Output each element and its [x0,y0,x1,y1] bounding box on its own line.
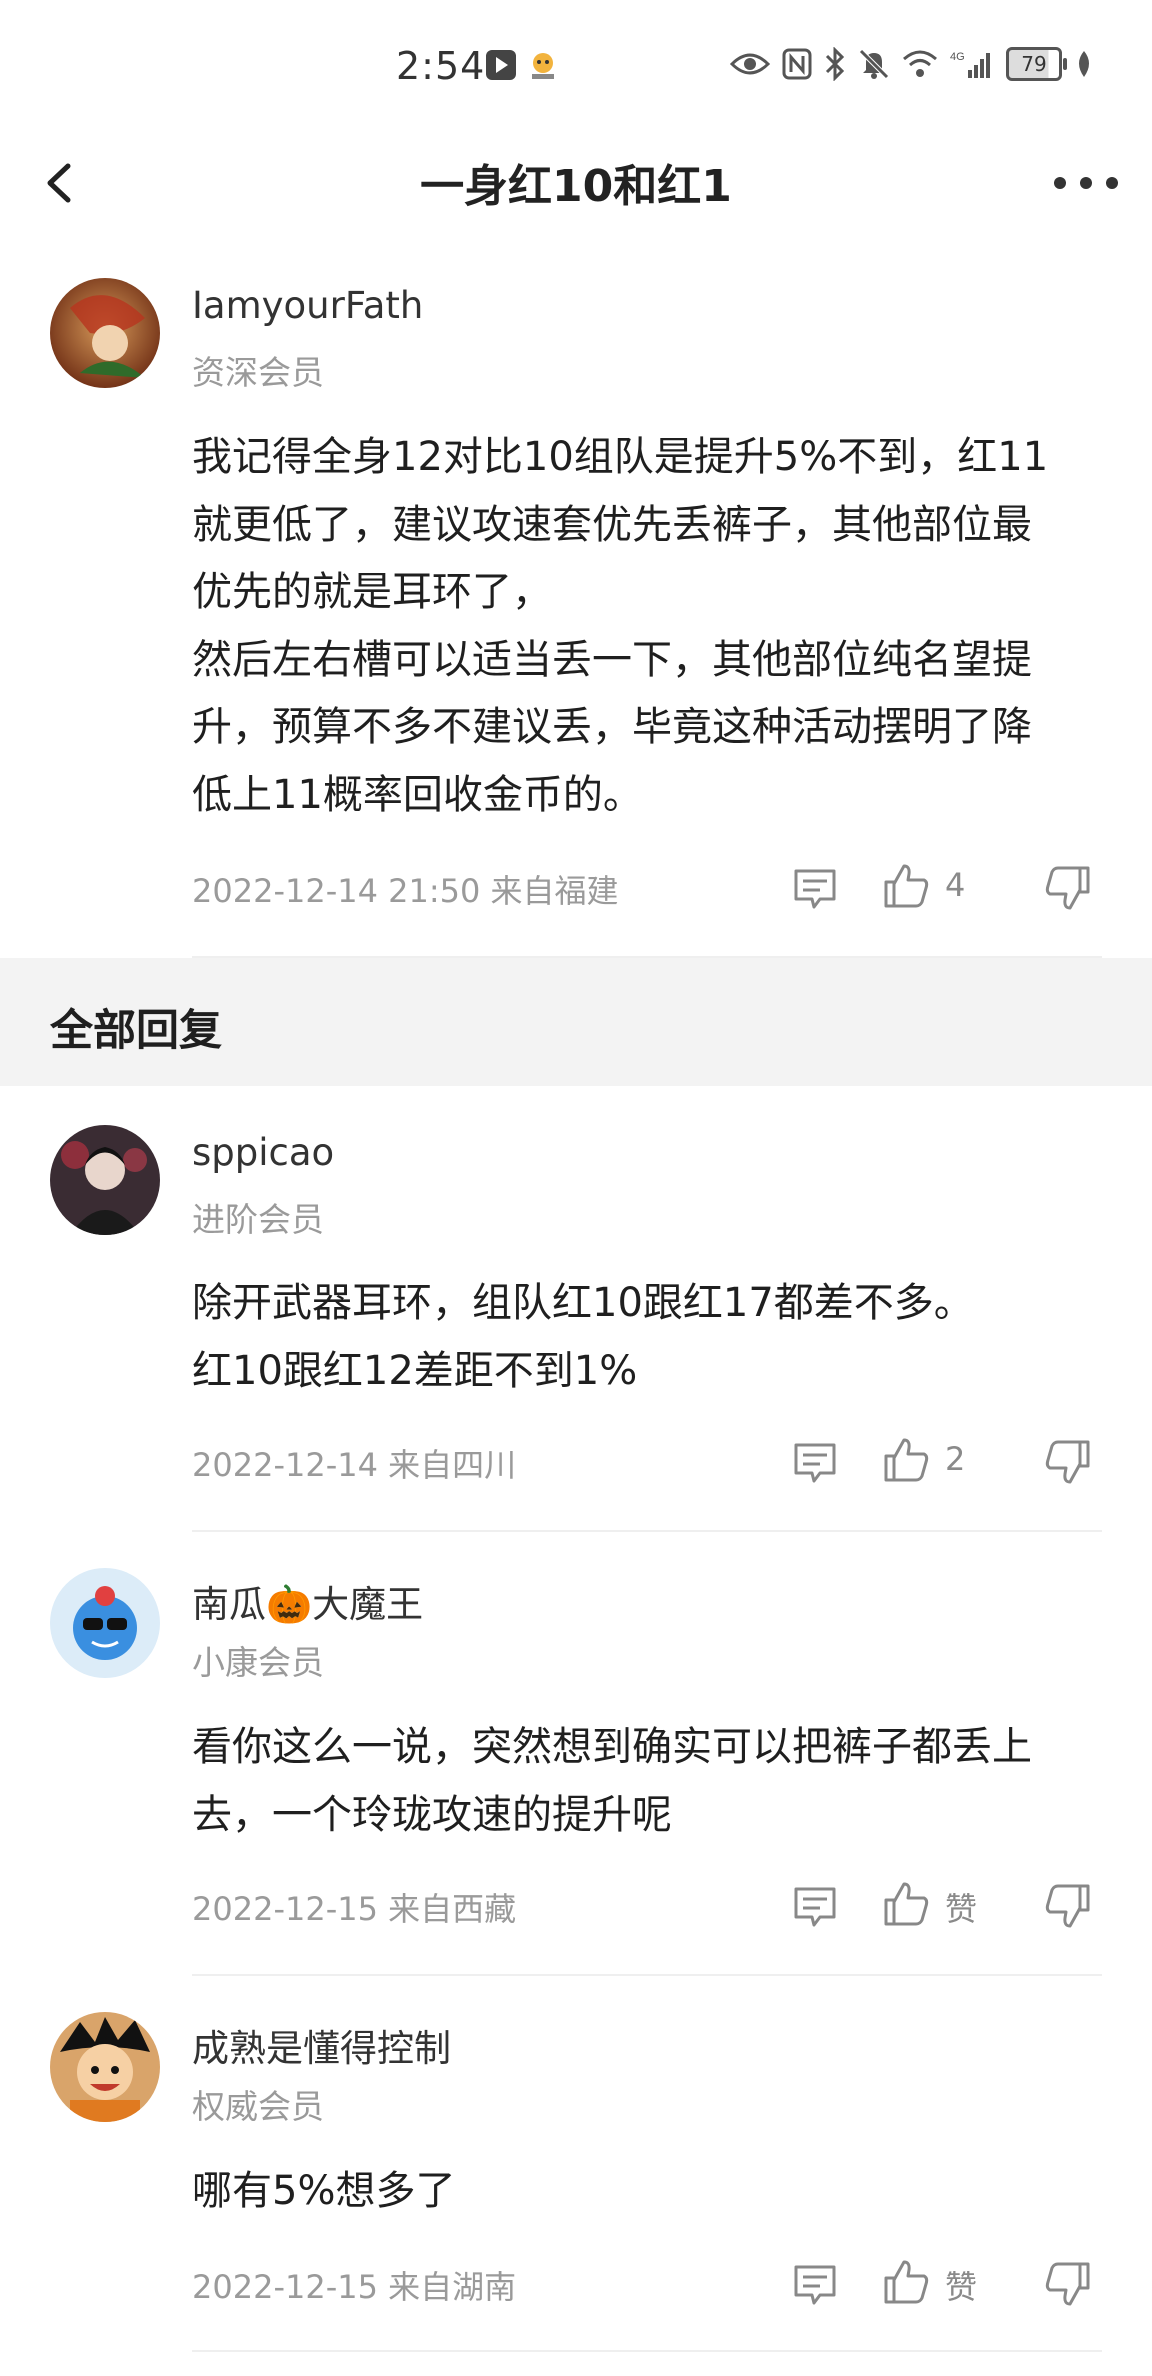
divider [192,1530,1102,1532]
reply-icon[interactable] [790,1881,840,1931]
thumbs-up-icon[interactable] [880,1878,932,1930]
replies-section-header: 全部回复 [0,958,1152,1086]
network-type-label: 4G [950,51,965,63]
thumbs-down-icon[interactable] [1042,1436,1094,1488]
reply-timestamp: 2022-12-15 来自湖南 [192,2268,517,2306]
status-time: 2:54 [396,44,486,88]
reply-content: 看你这么一说，突然想到确实可以把裤子都丢上 去，一个玲珑攻速的提升呢 [192,1724,1032,1838]
reply-icon[interactable] [790,1437,840,1487]
post-author[interactable]: IamyourFath [192,284,423,327]
reply-actions: 赞 [780,2254,1100,2314]
reply-content: 哪有5%想多了 [192,2168,456,2214]
top-navigation-bar: 一身红10和红1 [0,130,1152,240]
nfc-icon [782,48,812,80]
avatar[interactable] [50,1125,160,1235]
like-count: 4 [945,866,966,904]
thumbs-down-icon[interactable] [1042,862,1094,914]
page-title: 一身红10和红1 [420,161,732,212]
reply-timestamp: 2022-12-14 来自四川 [192,1446,517,1484]
post-content: 我记得全身12对比10组队是提升5%不到，红11 就更低了，建议攻速套优先丢裤子… [192,434,1049,818]
avatar[interactable] [50,2012,160,2122]
more-dots-icon[interactable] [1050,158,1122,208]
like-count: 2 [945,1440,966,1478]
reply-actions: 2 [780,1432,1100,1492]
thumbs-down-icon[interactable] [1042,2258,1094,2310]
post-actions: 4 [780,858,1100,918]
reply-author[interactable]: 南瓜🎃大魔王 [192,1574,423,1628]
reply-content: 除开武器耳环，组队红10跟红17都差不多。 红10跟红12差距不到1% [192,1280,974,1394]
leaf-icon [1079,51,1089,77]
signal-icon: 4G [950,51,990,78]
mute-icon [859,49,889,79]
mascot-app-notification-icon [532,53,554,79]
divider [192,2350,1102,2352]
wifi-icon [903,50,937,77]
bluetooth-icon [825,47,845,81]
eye-icon [730,53,770,75]
reply-icon[interactable] [790,863,840,913]
avatar[interactable] [50,278,160,388]
author-level: 进阶会员 [192,1200,324,1239]
status-icons: 4G 79 [730,44,1094,84]
author-level: 权威会员 [192,2087,324,2126]
post-timestamp: 2022-12-14 21:50 来自福建 [192,872,619,910]
reply-author[interactable]: sppicao [192,1131,334,1174]
thumbs-down-icon[interactable] [1042,1880,1094,1932]
reply-icon[interactable] [790,2259,840,2309]
reply-timestamp: 2022-12-15 来自西藏 [192,1890,517,1928]
reply-actions: 赞 [780,1876,1100,1936]
like-label: 赞 [945,1890,978,1928]
thumbs-up-icon[interactable] [880,1434,932,1486]
battery-icon: 79 [1006,47,1067,81]
status-bar: 2:54 4G 79 [0,0,1152,130]
reply-author[interactable]: 成熟是懂得控制 [192,2018,451,2072]
author-level: 小康会员 [192,1643,324,1682]
section-title: 全部回复 [50,1006,222,1056]
author-level: 资深会员 [192,353,324,392]
like-label: 赞 [945,2268,978,2306]
divider [192,1974,1102,1976]
avatar[interactable] [50,1568,160,1678]
video-app-notification-icon [486,50,516,80]
thumbs-up-icon[interactable] [880,860,932,912]
thumbs-up-icon[interactable] [880,2256,932,2308]
